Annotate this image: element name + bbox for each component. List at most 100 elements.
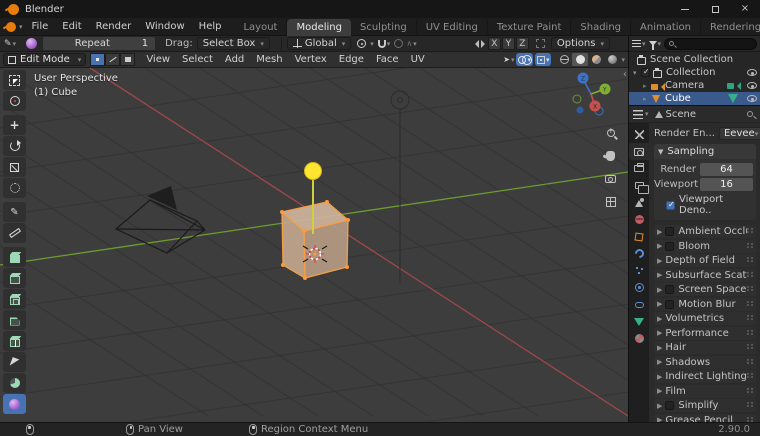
number-field[interactable]: 64: [700, 163, 753, 176]
viewport-menu-item[interactable]: View: [140, 54, 176, 65]
shading-wireframe-button[interactable]: [556, 53, 572, 66]
smooth-tool[interactable]: [3, 394, 26, 414]
annotate-tool[interactable]: ✎: [3, 202, 26, 222]
shading-rendered-button[interactable]: [604, 53, 620, 66]
maximize-button[interactable]: [700, 0, 730, 18]
mode-dropdown[interactable]: Edit Mode ▾: [3, 53, 87, 66]
outliner-filter-dropdown[interactable]: ▾: [648, 40, 661, 50]
workspace-tab[interactable]: Sculpting: [351, 18, 417, 36]
number-field[interactable]: 16: [700, 178, 753, 191]
outliner-row[interactable]: Camera: [629, 79, 760, 92]
shading-solid-button[interactable]: [572, 53, 589, 66]
select-mode-dropdown[interactable]: Select Box ▾: [196, 37, 270, 50]
face-select-button[interactable]: [120, 53, 136, 66]
visibility-eye-icon[interactable]: [747, 69, 757, 76]
drag-grip-icon[interactable]: [747, 402, 753, 409]
viewport-menu-item[interactable]: Vertex: [289, 54, 333, 65]
zoom-button[interactable]: [602, 124, 619, 141]
visibility-eye-icon[interactable]: [747, 95, 757, 102]
tab-physics[interactable]: [629, 279, 649, 296]
spin-tool[interactable]: [3, 373, 26, 393]
render-engine-dropdown[interactable]: Eevee ▾: [718, 127, 760, 140]
vertex-select-button[interactable]: [90, 53, 106, 66]
close-button[interactable]: ×: [730, 0, 760, 18]
pin-icon[interactable]: [747, 111, 753, 117]
panel-header[interactable]: ▶ Screen Space Reflections: [654, 283, 756, 296]
editor-type-blender-menu[interactable]: ▾: [6, 21, 23, 32]
shading-material-button[interactable]: [588, 53, 604, 66]
panel-checkbox[interactable]: [665, 401, 675, 410]
select-box-tool[interactable]: [3, 70, 26, 90]
pan-button[interactable]: [602, 147, 619, 164]
cursor-tool[interactable]: [3, 91, 26, 111]
drag-grip-icon[interactable]: [747, 286, 753, 293]
panel-header[interactable]: ▶ Shadows: [654, 355, 756, 369]
menu-item[interactable]: Render: [89, 18, 139, 36]
panel-header[interactable]: ▶ Performance: [654, 326, 756, 340]
panel-header[interactable]: ▶ Bloom: [654, 239, 756, 253]
axis-neg-y-handle[interactable]: [572, 94, 582, 104]
workspace-tab[interactable]: UV Editing: [417, 18, 488, 36]
transform-tool[interactable]: [3, 178, 26, 198]
drag-grip-icon[interactable]: [747, 373, 753, 380]
outliner-row[interactable]: Cube: [629, 92, 760, 105]
panel-checkbox[interactable]: [665, 299, 675, 309]
extrude-region-tool[interactable]: [3, 268, 26, 288]
add-cube-tool[interactable]: [3, 247, 26, 267]
snap-target-icon[interactable]: [535, 39, 545, 48]
drag-grip-icon[interactable]: [747, 416, 753, 422]
drag-grip-icon[interactable]: [747, 329, 753, 337]
collection-checkbox[interactable]: [641, 67, 650, 77]
workspace-tab[interactable]: Texture Paint: [488, 18, 572, 36]
viewport-menu-item[interactable]: Edge: [333, 54, 370, 65]
workspace-tab[interactable]: Modeling: [287, 18, 351, 36]
panel-header[interactable]: ▶ Ambient Occlusion: [654, 225, 756, 238]
show-overlays-toggle[interactable]: ▾: [516, 53, 533, 66]
panel-checkbox[interactable]: [665, 285, 675, 294]
camera-view-button[interactable]: [602, 170, 619, 187]
visibility-eye-icon[interactable]: [747, 82, 757, 89]
sampling-panel-header[interactable]: ▼ Sampling: [654, 144, 756, 159]
expander-icon[interactable]: [643, 95, 651, 103]
drag-grip-icon[interactable]: [747, 300, 753, 308]
viewport-3d[interactable]: User Perspective (1) Cube + ✎ Z Y X + ‹: [0, 68, 628, 422]
viewport-menu-item[interactable]: Add: [219, 54, 250, 65]
panel-header[interactable]: ▶ Motion Blur: [654, 297, 756, 311]
tab-output[interactable]: [629, 160, 649, 177]
menu-item[interactable]: Window: [138, 18, 191, 36]
outliner-row[interactable]: Collection: [629, 66, 760, 79]
tab-scene[interactable]: [629, 194, 649, 211]
mirror-axis-button[interactable]: Z: [515, 37, 529, 50]
pivot-point-dropdown[interactable]: ▾: [357, 39, 374, 48]
panel-header[interactable]: ▶ Film: [654, 384, 756, 398]
tab-tool[interactable]: [629, 126, 649, 143]
tab-material[interactable]: [629, 330, 649, 347]
outliner-search-input[interactable]: [664, 37, 757, 50]
outliner-row[interactable]: Scene Collection: [629, 53, 760, 66]
workspace-tab[interactable]: Shading: [571, 18, 632, 36]
loop-cut-tool[interactable]: [3, 331, 26, 351]
panel-header[interactable]: ▶ Grease Pencil: [654, 413, 756, 422]
tab-object-data[interactable]: [629, 313, 649, 330]
viewport-menu-item[interactable]: Face: [370, 54, 405, 65]
snap-toggle[interactable]: ▾: [377, 39, 390, 48]
expander-icon[interactable]: [643, 82, 651, 90]
repeat-slider[interactable]: Repeat 1: [43, 37, 156, 50]
minimize-button[interactable]: [670, 0, 700, 18]
mirror-axis-button[interactable]: Y: [501, 37, 515, 50]
drag-grip-icon[interactable]: [747, 242, 753, 250]
inset-faces-tool[interactable]: [3, 289, 26, 309]
viewport-denoising-checkbox[interactable]: [666, 200, 675, 210]
workspace-tab[interactable]: Rendering: [701, 19, 760, 36]
orientation-dropdown[interactable]: Global ▾: [286, 37, 352, 50]
panel-header[interactable]: ▶ Simplify: [654, 399, 756, 412]
tab-render[interactable]: [629, 143, 649, 160]
panel-header[interactable]: ▶ Indirect Lighting: [654, 370, 756, 383]
panel-header[interactable]: ▶ Hair: [654, 341, 756, 354]
workspace-tab[interactable]: Animation: [631, 18, 701, 36]
viewport-menu-item[interactable]: Select: [176, 54, 219, 65]
scale-tool[interactable]: [3, 157, 26, 177]
region-collapse-arrow[interactable]: ‹: [623, 69, 627, 80]
xray-toggle[interactable]: ▾: [534, 53, 552, 66]
tab-object[interactable]: [629, 228, 649, 245]
